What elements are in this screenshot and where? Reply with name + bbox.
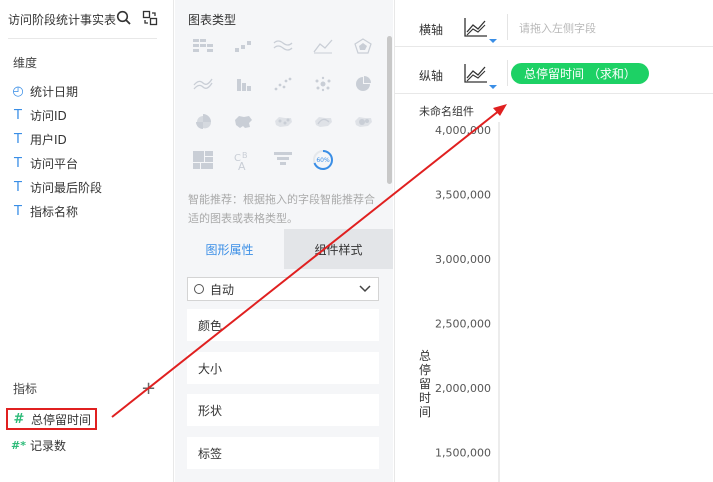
svg-text:A: A bbox=[238, 160, 246, 171]
chart-config-panel: 图表类型 C B A 60% 智能推荐：根据拖入的字段智能推荐合适的图表或表格类… bbox=[175, 0, 393, 482]
text-type-icon: T bbox=[14, 155, 22, 171]
text-type-icon: T bbox=[14, 131, 22, 147]
radar-chart-icon[interactable] bbox=[349, 34, 377, 58]
hash-icon: # bbox=[13, 411, 25, 427]
field-label: 记录数 bbox=[30, 438, 67, 453]
dimension-field-stat-date[interactable]: ◴ 统计日期 bbox=[11, 81, 78, 101]
y-tick-label: 1,500,000 bbox=[435, 447, 491, 460]
rose-chart-icon[interactable] bbox=[189, 110, 217, 134]
field-label: 总停留时间 bbox=[31, 412, 92, 427]
bubble-chart-icon[interactable] bbox=[309, 72, 337, 96]
tab-graphic-properties[interactable]: 图形属性 bbox=[175, 229, 284, 269]
point-map-icon[interactable] bbox=[269, 110, 297, 134]
dimension-field-visit-id[interactable]: T 访问ID bbox=[11, 105, 67, 125]
smart-recommend-hint: 智能推荐：根据拖入的字段智能推荐合适的图表或表格类型。 bbox=[188, 193, 375, 225]
text-type-icon: T bbox=[14, 107, 22, 123]
mark-type-select[interactable]: 自动 bbox=[187, 277, 379, 301]
x-axis-drop-zone[interactable]: 请拖入左侧字段 bbox=[519, 20, 596, 36]
svg-text:B: B bbox=[242, 151, 248, 160]
y-tick-label: 2,000,000 bbox=[435, 382, 491, 395]
auto-circle-icon bbox=[194, 284, 204, 294]
divider bbox=[395, 46, 713, 47]
chevron-down-icon bbox=[358, 281, 372, 298]
y-tick-label: 2,500,000 bbox=[435, 318, 491, 331]
switch-view-icon[interactable] bbox=[142, 10, 158, 29]
gauge-chart-icon[interactable]: 60% bbox=[309, 148, 337, 172]
search-icon[interactable] bbox=[116, 10, 132, 29]
treemap-chart-icon[interactable] bbox=[189, 148, 217, 172]
chart-type-title: 图表类型 bbox=[188, 13, 237, 27]
chart-area: 未命名组件 4,000,000 3,500,000 3,000,000 2,500,0… bbox=[395, 98, 713, 482]
property-label[interactable]: 标签 bbox=[187, 437, 379, 469]
word-cloud-icon[interactable]: CBA bbox=[229, 148, 257, 172]
field-label: 统计日期 bbox=[30, 84, 79, 99]
hash-star-icon: #* bbox=[11, 438, 26, 452]
region-map-icon[interactable] bbox=[229, 110, 257, 134]
dimension-field-user-id[interactable]: T 用户ID bbox=[11, 129, 67, 149]
step-bar-chart-icon[interactable] bbox=[229, 34, 257, 58]
x-axis-label: 横轴 bbox=[419, 23, 444, 37]
area-line-chart-icon[interactable] bbox=[309, 34, 337, 58]
chart-type-scrollbar[interactable] bbox=[387, 36, 392, 184]
property-tabs: 图形属性 组件样式 bbox=[175, 229, 393, 269]
field-label: 指标名称 bbox=[30, 204, 79, 219]
mark-type-value: 自动 bbox=[210, 282, 235, 297]
measure-field-total-duration[interactable]: # 总停留时间 bbox=[6, 408, 98, 430]
measure-field-record-count[interactable]: #* 记录数 bbox=[11, 435, 66, 455]
pie-chart-icon[interactable] bbox=[349, 72, 377, 96]
tab-component-style[interactable]: 组件样式 bbox=[284, 229, 393, 269]
divider bbox=[8, 38, 157, 39]
dimension-field-last-stage[interactable]: T 访问最后阶段 bbox=[11, 177, 102, 197]
chart-canvas-panel: 横轴 请拖入左侧字段 纵轴 总停留时间 （求和） 未命名组件 4,000,000… bbox=[394, 0, 713, 482]
field-label: 访问最后阶段 bbox=[30, 180, 103, 195]
y-axis-chart-type-icon[interactable] bbox=[463, 62, 499, 93]
divider bbox=[507, 14, 508, 40]
property-size[interactable]: 大小 bbox=[187, 352, 379, 384]
property-shape[interactable]: 形状 bbox=[187, 394, 379, 426]
field-label: 访问平台 bbox=[30, 156, 79, 171]
y-axis-measure-pill[interactable]: 总停留时间 （求和） bbox=[511, 63, 649, 84]
dimension-field-platform[interactable]: T 访问平台 bbox=[11, 153, 78, 173]
dimensions-heading: 维度 bbox=[13, 56, 38, 70]
column-chart-icon[interactable] bbox=[229, 72, 257, 96]
divider bbox=[507, 60, 508, 86]
measures-heading: 指标 bbox=[13, 382, 38, 396]
flow-map-icon[interactable] bbox=[309, 110, 337, 134]
field-label: 访问ID bbox=[30, 108, 67, 123]
y-tick-label: 3,500,000 bbox=[435, 189, 491, 202]
field-panel: 访问阶段统计事实表 维度 ◴ 统计日期 T 访问ID T 用户ID T 访问平台… bbox=[0, 0, 174, 482]
text-type-icon: T bbox=[14, 179, 22, 195]
x-axis-row: 横轴 请拖入左侧字段 bbox=[409, 8, 713, 46]
dual-line-chart-icon[interactable] bbox=[189, 72, 217, 96]
x-axis-chart-type-icon[interactable] bbox=[463, 16, 499, 47]
add-measure-icon[interactable]: + bbox=[141, 378, 156, 399]
y-axis-label: 纵轴 bbox=[419, 69, 444, 83]
dimension-field-metric-name[interactable]: T 指标名称 bbox=[11, 201, 78, 221]
funnel-chart-icon[interactable] bbox=[269, 148, 297, 172]
dataset-title: 访问阶段统计事实表 bbox=[8, 13, 117, 27]
wave-line-chart-icon[interactable] bbox=[269, 34, 297, 58]
divider bbox=[395, 93, 713, 94]
scatter-chart-icon[interactable] bbox=[269, 72, 297, 96]
y-tick-label: 4,000,000 bbox=[435, 124, 491, 137]
chart-svg: 4,000,000 3,500,000 3,000,000 2,500,000 2,00… bbox=[419, 122, 500, 482]
heat-map-icon[interactable] bbox=[349, 110, 377, 134]
field-label: 用户ID bbox=[30, 132, 67, 147]
y-tick-label: 3,000,000 bbox=[435, 253, 491, 266]
y-axis-title: 总停留时间 bbox=[419, 349, 431, 419]
property-color[interactable]: 颜色 bbox=[187, 309, 379, 341]
component-name[interactable]: 未命名组件 bbox=[419, 103, 474, 119]
grouped-table-chart-icon[interactable] bbox=[189, 34, 217, 58]
gauge-label: 60% bbox=[316, 157, 330, 164]
calendar-clock-icon: ◴ bbox=[12, 83, 24, 99]
text-type-icon: T bbox=[14, 203, 22, 219]
